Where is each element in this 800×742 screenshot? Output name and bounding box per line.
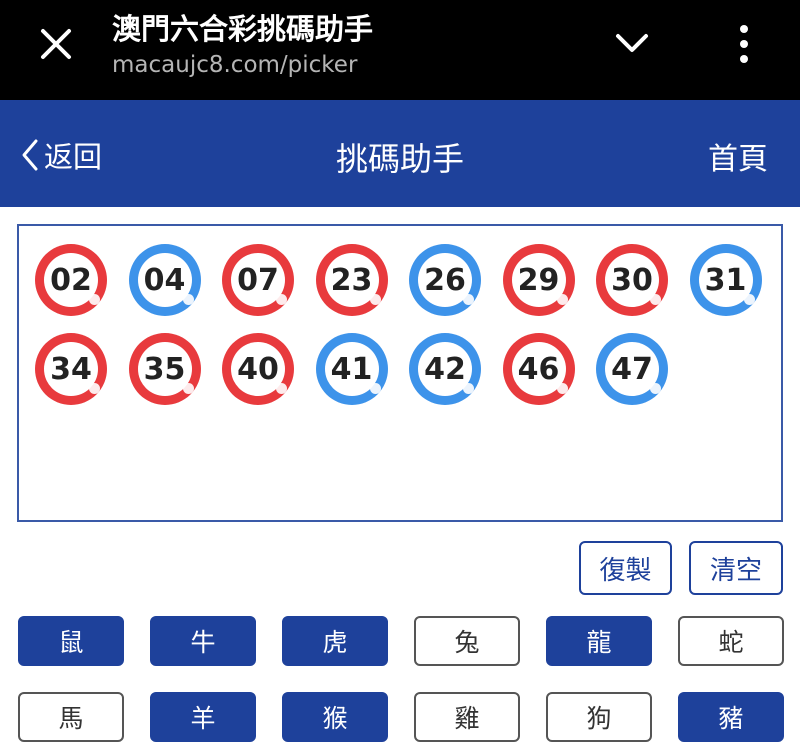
ball-number: 23 [330,262,373,298]
number-ball[interactable]: 31 [689,244,762,316]
copy-button[interactable]: 復製 [579,541,672,595]
number-ball[interactable]: 07 [222,244,294,316]
ball-number: 02 [50,262,92,298]
zodiac-button[interactable]: 蛇 [678,616,784,666]
page-title: 挑碼助手 [335,140,464,178]
zodiac-button[interactable]: 牛 [150,616,256,666]
ball-number: 04 [143,262,186,298]
number-ball[interactable]: 35 [128,333,201,405]
ball-number: 47 [611,351,653,387]
number-ball[interactable]: 40 [222,333,294,405]
zodiac-button[interactable]: 狗 [546,692,652,742]
back-label: 返回 [44,140,103,174]
chevron-left-icon [22,139,38,171]
zodiac-button[interactable]: 鼠 [18,616,124,666]
ball-number: 07 [237,262,279,298]
ball-number: 34 [50,351,92,387]
zodiac-button[interactable]: 羊 [150,692,256,742]
number-ball[interactable]: 34 [35,333,107,405]
close-icon[interactable] [36,24,76,64]
selected-numbers-panel: 02 04 07 23 26 29 30 31 34 35 40 41 42 46 47 [17,224,783,522]
number-ball[interactable]: 46 [502,333,575,405]
number-ball[interactable]: 30 [596,244,668,316]
app-header: 返回 挑碼助手 首頁 [0,100,800,207]
ball-number: 46 [517,351,560,387]
zodiac-button[interactable]: 猴 [282,692,388,742]
ball-number: 40 [237,351,279,387]
ball-number: 35 [143,351,186,387]
ball-number: 26 [424,262,466,298]
ball-number: 29 [517,262,560,298]
more-options-icon[interactable] [732,22,756,66]
chevron-down-icon[interactable] [612,28,652,58]
browser-url[interactable]: macaujc8.com/picker [112,52,357,78]
ball-number: 42 [424,351,466,387]
browser-bar: 澳門六合彩挑碼助手 macaujc8.com/picker [0,0,800,100]
number-ball[interactable]: 02 [35,244,107,316]
number-ball[interactable]: 29 [502,244,575,316]
back-button[interactable]: 返回 [20,134,102,176]
zodiac-button[interactable]: 龍 [546,616,652,666]
number-ball[interactable]: 23 [315,244,388,316]
number-ball[interactable]: 41 [315,333,388,405]
number-ball[interactable]: 04 [128,244,201,316]
number-ball[interactable]: 47 [596,333,668,405]
ball-number: 31 [704,262,747,298]
ball-number: 41 [330,351,373,387]
browser-page-title: 澳門六合彩挑碼助手 [112,12,374,46]
zodiac-button[interactable]: 兔 [414,616,520,666]
ball-number: 30 [611,262,653,298]
home-link[interactable]: 首頁 [708,134,768,178]
number-ball[interactable]: 42 [409,333,481,405]
zodiac-button[interactable]: 豬 [678,692,784,742]
number-ball[interactable]: 26 [409,244,481,316]
zodiac-button[interactable]: 馬 [18,692,124,742]
zodiac-button[interactable]: 虎 [282,616,388,666]
zodiac-button[interactable]: 雞 [414,692,520,742]
clear-button[interactable]: 清空 [689,541,783,595]
